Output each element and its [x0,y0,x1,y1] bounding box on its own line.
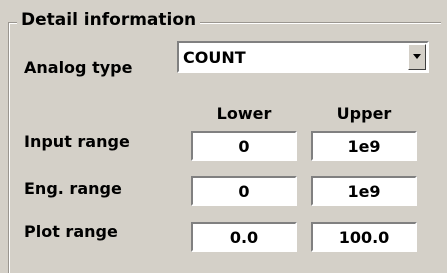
input-range-lower-input[interactable] [193,133,295,159]
analog-type-label: Analog type [24,58,133,77]
dropdown-button[interactable] [408,44,426,70]
plot-range-lower-field[interactable] [191,222,297,252]
plot-range-lower-input[interactable] [193,224,295,250]
plot-range-label: Plot range [24,222,118,241]
eng-range-lower-field[interactable] [191,176,297,206]
column-header-lower: Lower [216,104,272,123]
input-range-label: Input range [24,132,130,151]
eng-range-label: Eng. range [24,179,122,198]
column-header-upper: Upper [336,104,392,123]
input-range-upper-field[interactable] [311,131,417,161]
eng-range-upper-input[interactable] [313,178,415,204]
input-range-upper-input[interactable] [313,133,415,159]
plot-range-upper-input[interactable] [313,224,415,250]
group-title: Detail information [17,9,201,31]
input-range-lower-field[interactable] [191,131,297,161]
eng-range-upper-field[interactable] [311,176,417,206]
analog-type-value: COUNT [183,48,246,67]
analog-type-select[interactable]: COUNT [177,41,429,73]
plot-range-upper-field[interactable] [311,222,417,252]
chevron-down-icon [413,54,421,59]
eng-range-lower-input[interactable] [193,178,295,204]
